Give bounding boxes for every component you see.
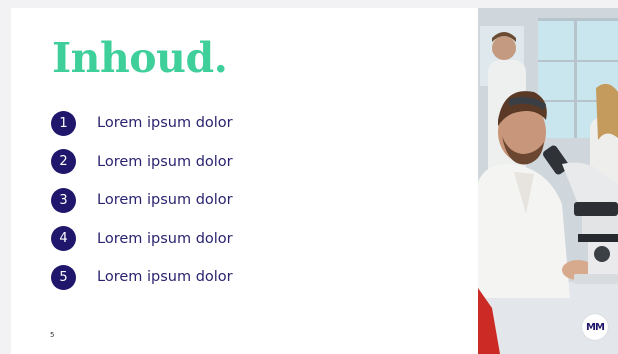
top-margin-strip [0,0,618,8]
list-item: 1 Lorem ipsum dolor [51,110,233,136]
number-badge: 1 [51,110,76,136]
list-item: 3 Lorem ipsum dolor [51,187,233,213]
list-item: 4 Lorem ipsum dolor [51,226,233,252]
number-badge: 5 [51,264,76,290]
lab-photo-illustration [478,8,618,354]
slide-title: Inhoud. [52,34,228,82]
contents-list: 1 Lorem ipsum dolor 2 Lorem ipsum dolor … [51,110,233,303]
mm-logo-icon: MM [582,314,608,340]
list-item-label: Lorem ipsum dolor [97,115,233,131]
page-number: 5 [50,331,55,339]
slide: Inhoud. 1 Lorem ipsum dolor 2 Lorem ipsu… [0,0,618,354]
list-item-label: Lorem ipsum dolor [97,269,233,286]
list-item-label: Lorem ipsum dolor [97,230,233,247]
list-item-label: Lorem ipsum dolor [97,192,233,209]
list-item: 5 Lorem ipsum dolor [51,264,233,290]
list-item: 2 Lorem ipsum dolor [51,149,233,175]
list-item-label: Lorem ipsum dolor [97,153,233,170]
number-badge: 2 [51,149,76,175]
number-badge: 4 [51,226,76,252]
number-badge: 3 [51,187,76,213]
left-margin-strip [0,8,11,354]
scientist-with-microscope-photo [478,8,618,354]
